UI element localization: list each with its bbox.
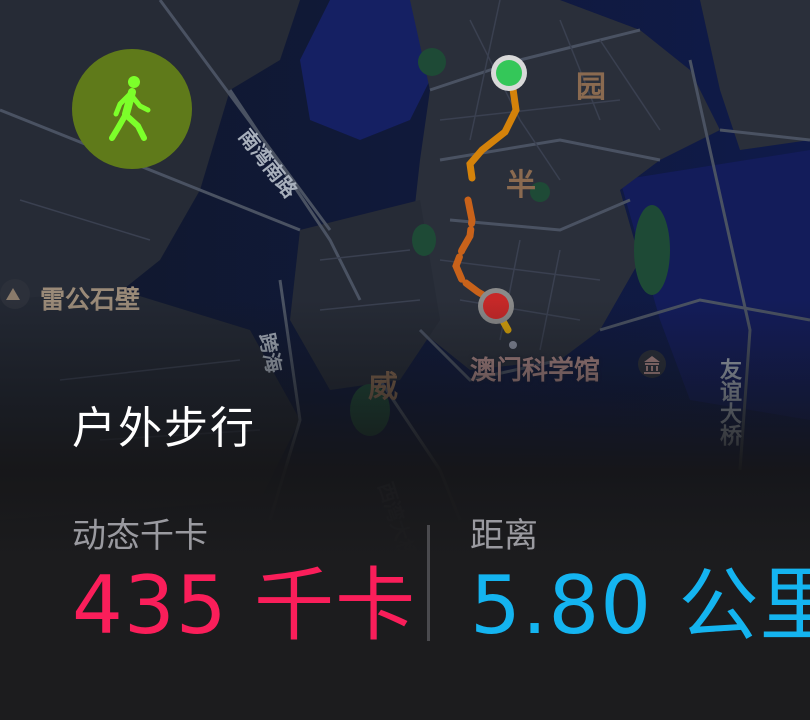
distance-label: 距离 (470, 516, 538, 556)
map-road-label: 友谊大桥 (716, 358, 741, 446)
stat-divider (427, 525, 430, 641)
calories-label: 动态千卡 (72, 516, 208, 556)
calories-value: 435 千卡 (72, 559, 417, 652)
distance-value: 5.80 公里 (470, 559, 810, 652)
map-poi-label: 澳门科学馆 (470, 356, 601, 386)
map-district-label: 威 (368, 370, 398, 405)
workout-type-badge (72, 49, 192, 169)
workout-title: 户外步行 (72, 403, 256, 454)
walking-person-icon (109, 76, 151, 141)
map-place-label: 雷公石壁 (40, 285, 141, 314)
map-district-label: 半 (506, 168, 536, 203)
map-district-label: 园 (576, 70, 606, 105)
